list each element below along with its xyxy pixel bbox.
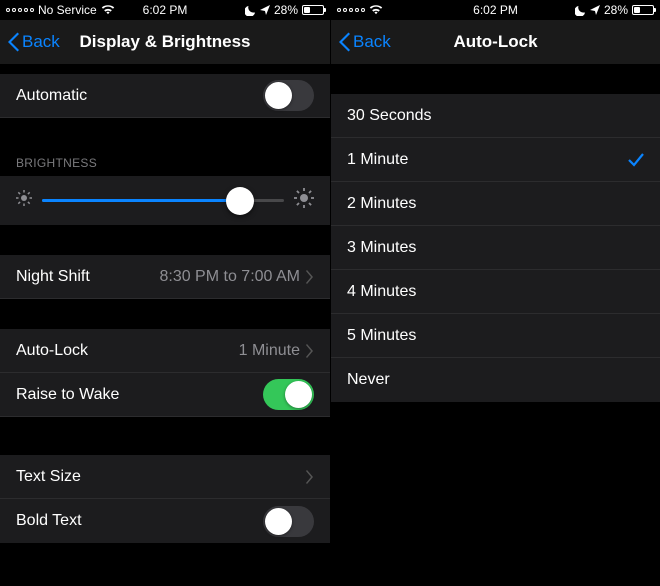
chevron-left-icon (339, 32, 351, 52)
row-night-shift[interactable]: Night Shift 8:30 PM to 7:00 AM (0, 255, 330, 299)
location-icon (260, 5, 270, 15)
bold-text-label: Bold Text (16, 512, 263, 530)
option-label: 3 Minutes (347, 239, 644, 257)
back-button[interactable]: Back (339, 32, 391, 52)
option-label: 2 Minutes (347, 195, 644, 213)
bold-text-toggle[interactable] (263, 506, 314, 537)
checkmark-icon (628, 153, 644, 167)
signal-dots-icon (337, 8, 365, 12)
option-row[interactable]: 5 Minutes (331, 314, 660, 358)
wifi-icon (101, 5, 115, 15)
sun-large-icon (294, 188, 314, 213)
option-row[interactable]: 30 Seconds (331, 94, 660, 138)
clock: 6:02 PM (473, 3, 518, 17)
nav-bar: Back Auto-Lock (331, 20, 660, 64)
option-row[interactable]: Never (331, 358, 660, 402)
auto-lock-options: 30 Seconds 1 Minute 2 Minutes 3 Minutes 4 Mi… (331, 94, 660, 402)
chevron-right-icon (306, 470, 314, 484)
back-button[interactable]: Back (8, 32, 60, 52)
back-label: Back (353, 32, 391, 52)
option-label: 5 Minutes (347, 327, 644, 345)
brightness-slider-row (0, 176, 330, 225)
chevron-right-icon (306, 270, 314, 284)
automatic-toggle[interactable] (263, 80, 314, 111)
moon-icon (575, 5, 586, 16)
chevron-right-icon (306, 344, 314, 358)
option-row[interactable]: 4 Minutes (331, 270, 660, 314)
option-label: 4 Minutes (347, 283, 644, 301)
raise-to-wake-toggle[interactable] (263, 379, 314, 410)
text-size-label: Text Size (16, 468, 306, 486)
night-shift-label: Night Shift (16, 268, 159, 286)
automatic-label: Automatic (16, 87, 263, 105)
wifi-icon (369, 5, 383, 15)
location-icon (590, 5, 600, 15)
auto-lock-detail: 1 Minute (239, 342, 300, 360)
clock: 6:02 PM (143, 3, 188, 17)
raise-to-wake-label: Raise to Wake (16, 386, 263, 404)
moon-icon (245, 5, 256, 16)
brightness-slider[interactable] (42, 199, 284, 202)
option-row[interactable]: 1 Minute (331, 138, 660, 182)
back-label: Back (22, 32, 60, 52)
status-bar: No Service 6:02 PM 28% (0, 0, 330, 20)
option-label: Never (347, 371, 644, 389)
sun-small-icon (16, 190, 32, 211)
battery-pct: 28% (274, 3, 298, 17)
page-title: Display & Brightness (80, 32, 251, 52)
row-automatic[interactable]: Automatic (0, 74, 330, 118)
screen-display-brightness: No Service 6:02 PM 28% Back Display & Br… (0, 0, 330, 586)
screen-auto-lock: 6:02 PM 28% Back Auto-Lock 30 Seconds 1 M… (330, 0, 660, 586)
nav-bar: Back Display & Brightness (0, 20, 330, 64)
carrier-label: No Service (38, 3, 97, 17)
battery-pct: 28% (604, 3, 628, 17)
row-bold-text[interactable]: Bold Text (0, 499, 330, 543)
row-auto-lock[interactable]: Auto-Lock 1 Minute (0, 329, 330, 373)
option-label: 1 Minute (347, 151, 628, 169)
auto-lock-label: Auto-Lock (16, 342, 239, 360)
option-row[interactable]: 3 Minutes (331, 226, 660, 270)
row-raise-to-wake[interactable]: Raise to Wake (0, 373, 330, 417)
slider-thumb[interactable] (226, 187, 254, 215)
brightness-header: BRIGHTNESS (0, 148, 330, 176)
page-title: Auto-Lock (453, 32, 537, 52)
row-text-size[interactable]: Text Size (0, 455, 330, 499)
chevron-left-icon (8, 32, 20, 52)
option-row[interactable]: 2 Minutes (331, 182, 660, 226)
option-label: 30 Seconds (347, 107, 644, 125)
night-shift-detail: 8:30 PM to 7:00 AM (159, 268, 300, 286)
battery-icon (632, 5, 654, 15)
battery-icon (302, 5, 324, 15)
status-bar: 6:02 PM 28% (331, 0, 660, 20)
signal-dots-icon (6, 8, 34, 12)
